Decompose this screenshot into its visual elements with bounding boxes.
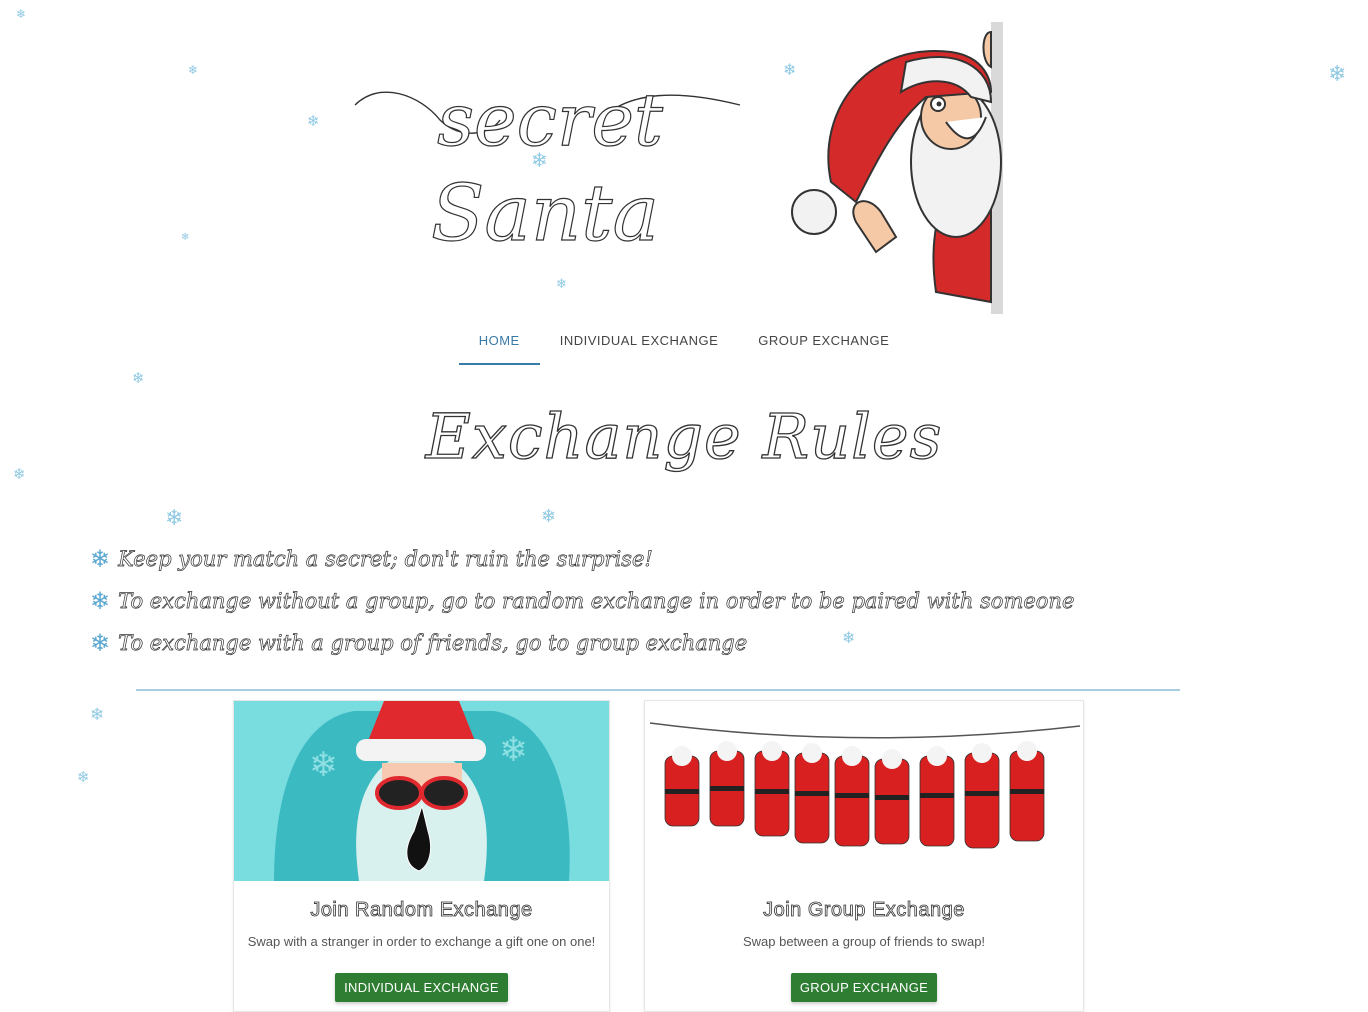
- rule-item: ❄ To exchange without a group, go to rand…: [90, 580, 1075, 622]
- snowflake-icon: ❄: [1328, 62, 1347, 87]
- snowflake-icon: ❄: [556, 277, 567, 292]
- snowflake-icon: ❄: [90, 629, 111, 657]
- peeking-santa-illustration: [791, 22, 1003, 314]
- snowflake-icon: ❄: [77, 768, 90, 786]
- rules-list: ❄ Keep your match a secret; don't ruin th…: [90, 538, 1075, 664]
- svg-text:❄: ❄: [309, 745, 338, 785]
- secret-santa-logo: secret Santa: [354, 77, 741, 260]
- santa-shush-image: ❄ ❄: [234, 701, 609, 881]
- snowflake-icon: ❄: [188, 63, 199, 77]
- snowflake-icon: ❄: [181, 232, 190, 243]
- logo-text-secret: secret: [437, 78, 664, 162]
- rule-text: To exchange with a group of friends, go …: [118, 631, 748, 656]
- logo-text-santa: Santa: [431, 169, 659, 259]
- snowflake-icon: ❄: [132, 369, 145, 387]
- hanging-santas-image: [645, 701, 1083, 881]
- nav-group-exchange[interactable]: GROUP EXCHANGE: [738, 322, 909, 365]
- card-description: Swap between a group of friends to swap!: [742, 934, 986, 949]
- card-title: Join Random Exchange: [310, 899, 533, 922]
- group-exchange-button[interactable]: GROUP EXCHANGE: [790, 973, 938, 1002]
- rule-item: ❄ To exchange with a group of friends, go…: [90, 622, 1074, 664]
- snowflake-icon: ❄: [165, 506, 184, 531]
- nav-individual-exchange[interactable]: INDIVIDUAL EXCHANGE: [540, 322, 739, 365]
- snowflake-icon: ❄: [307, 112, 320, 130]
- svg-text:❄: ❄: [499, 730, 528, 770]
- snowflake-icon: ❄: [90, 587, 111, 615]
- snowflake-icon: ❄: [16, 7, 27, 21]
- rule-item: ❄ Keep your match a secret; don't ruin th…: [90, 538, 1074, 580]
- individual-exchange-button[interactable]: INDIVIDUAL EXCHANGE: [335, 973, 508, 1002]
- random-exchange-card: ❄ ❄ Join Random Exchange Swap with a str…: [233, 700, 610, 1012]
- snowflake-icon: ❄: [90, 705, 105, 725]
- rule-text: Keep your match a secret; don't ruin the…: [118, 547, 653, 572]
- rule-text: To exchange without a group, go to rando…: [118, 589, 1075, 614]
- page-title: Exchange Rules: [425, 399, 943, 473]
- main-nav: HOME INDIVIDUAL EXCHANGE GROUP EXCHANGE: [0, 322, 1368, 365]
- snowflake-icon: ❄: [90, 545, 111, 573]
- nav-home[interactable]: HOME: [458, 322, 540, 365]
- card-description: Swap with a stranger in order to exchang…: [247, 934, 596, 949]
- section-divider: [136, 689, 1180, 691]
- card-title: Join Group Exchange: [763, 899, 965, 922]
- snowflake-icon: ❄: [541, 506, 557, 527]
- group-exchange-card: Join Group Exchange Swap between a group…: [644, 700, 1084, 1012]
